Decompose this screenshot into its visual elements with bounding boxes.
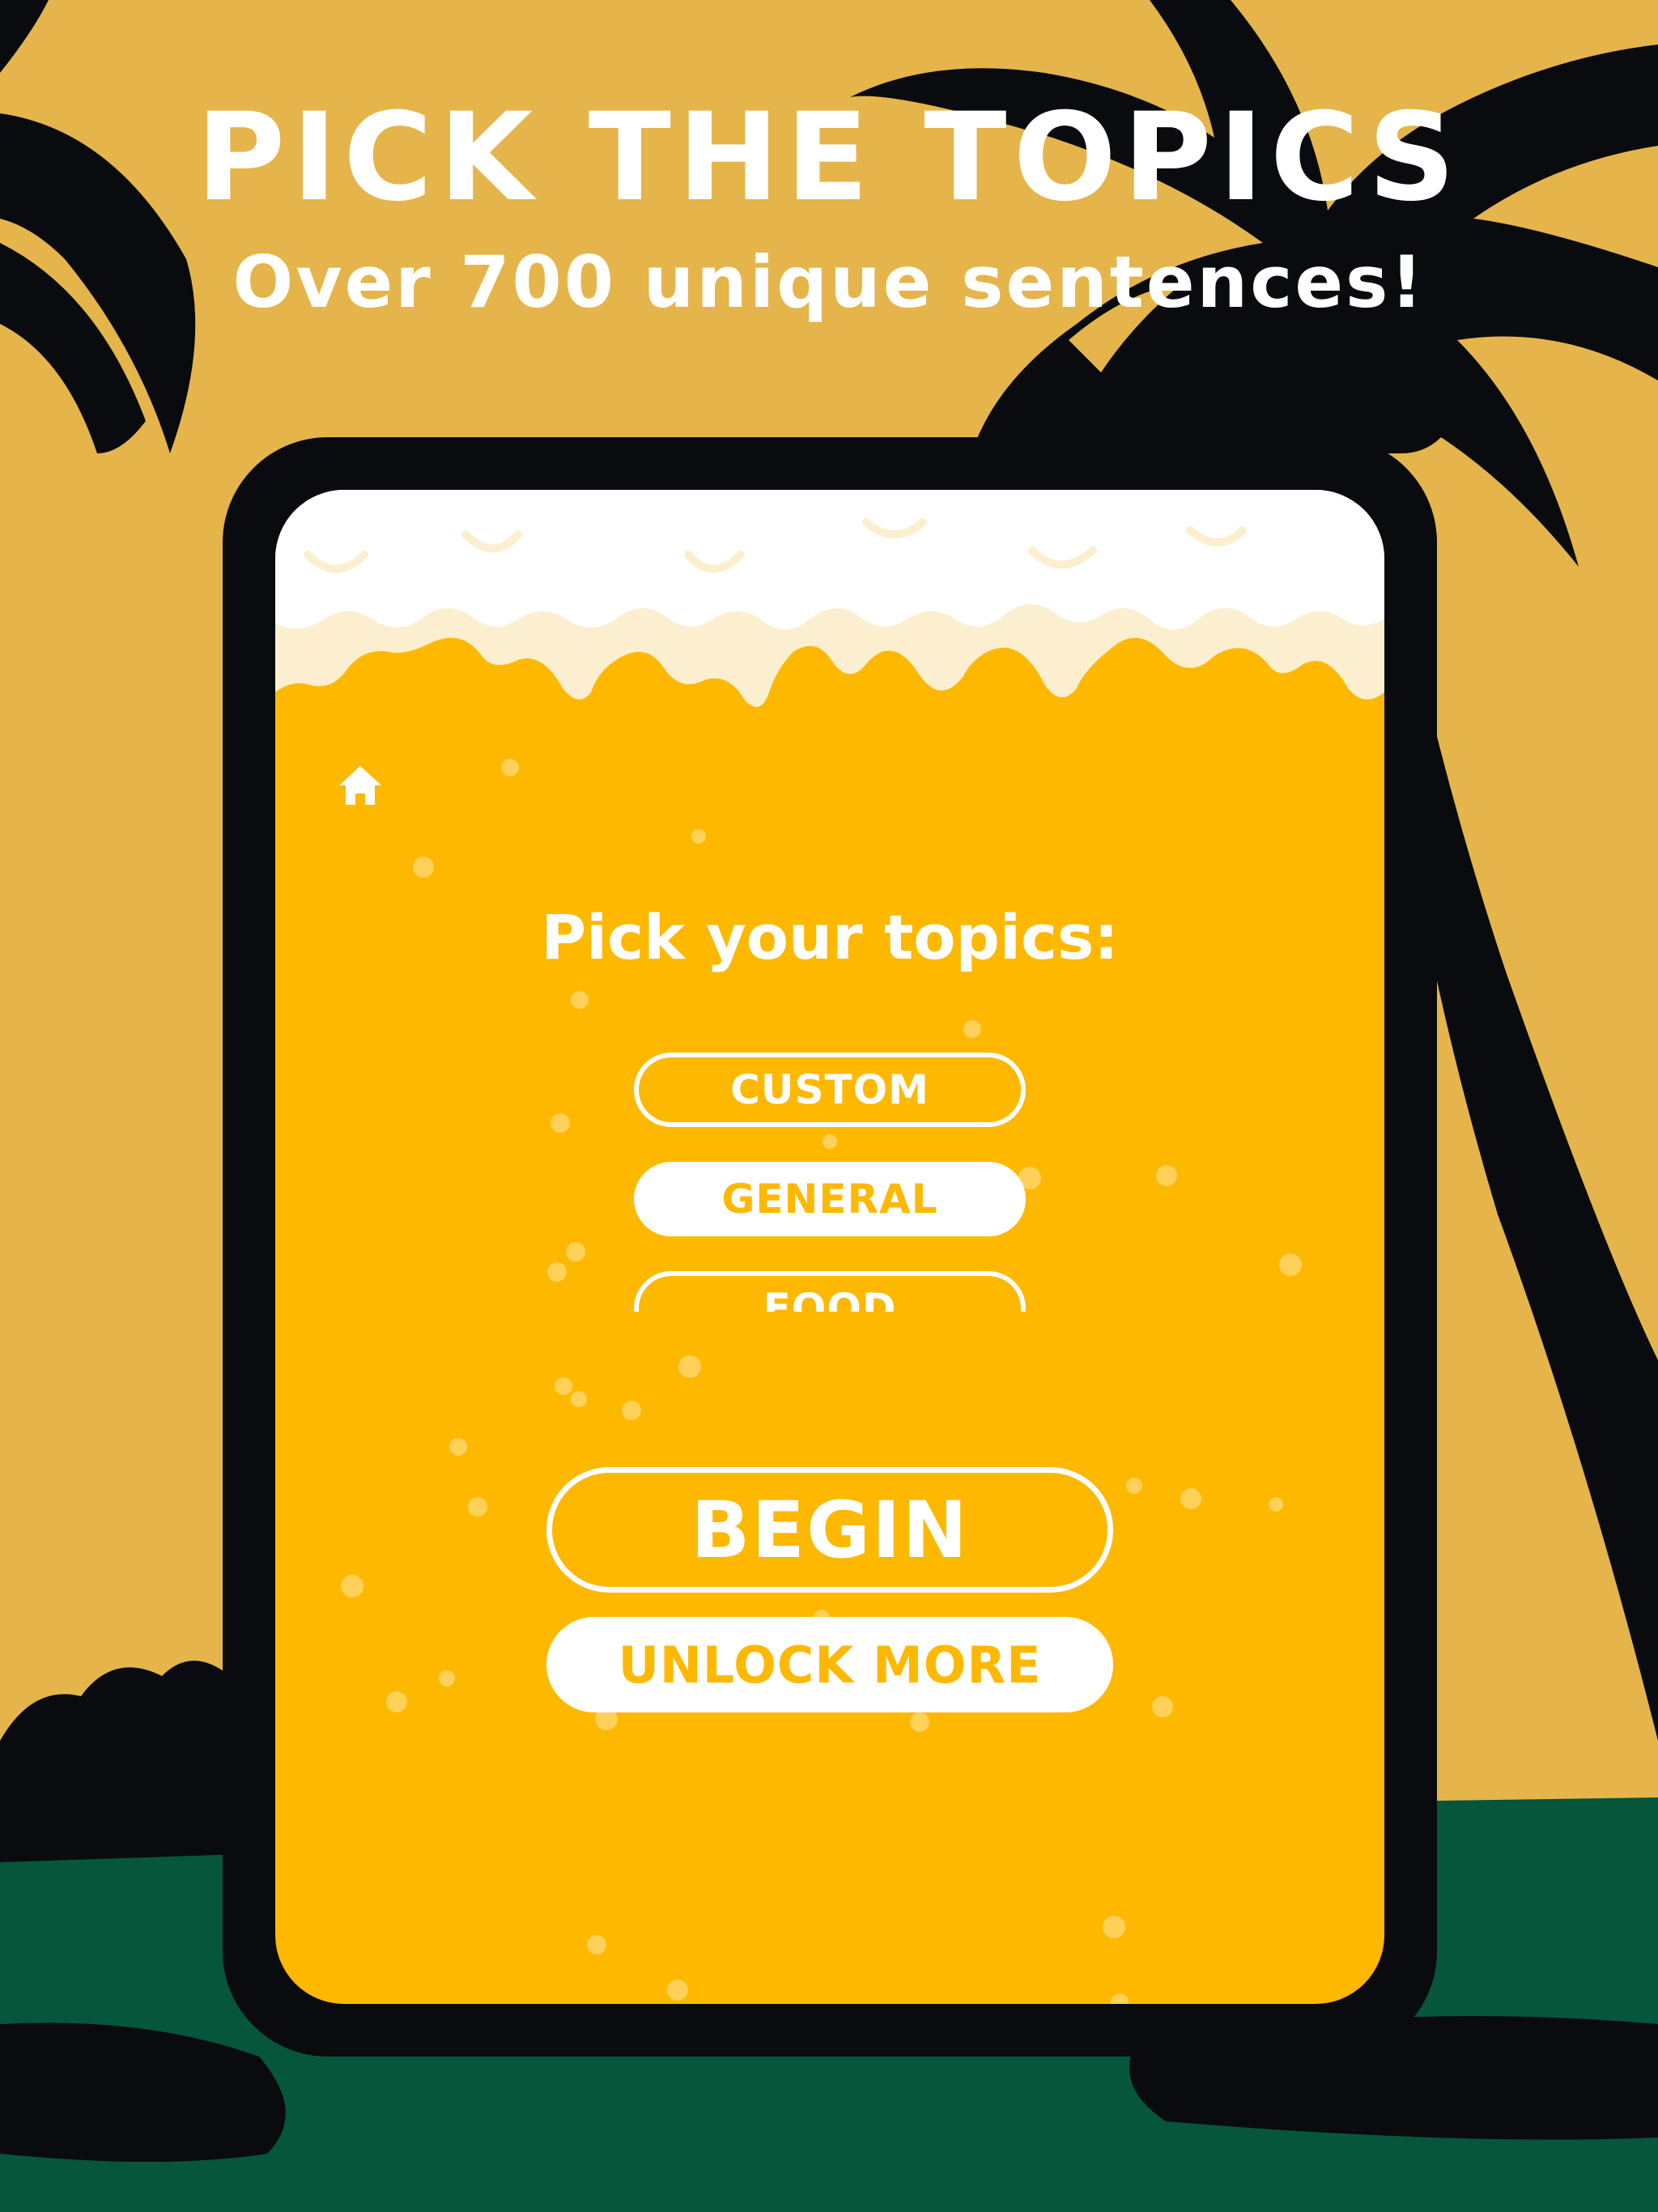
topic-custom-button[interactable]: CUSTOM	[634, 1053, 1026, 1127]
app-screen: Pick your topics: CUSTOM GENERAL FOOD BE…	[275, 490, 1384, 2004]
topic-food-button[interactable]: FOOD	[634, 1271, 1026, 1312]
topics-heading: Pick your topics:	[541, 901, 1119, 973]
home-icon	[339, 766, 381, 805]
topic-list[interactable]: CUSTOM GENERAL FOOD	[634, 1053, 1031, 1312]
unlock-more-button[interactable]: UNLOCK MORE	[546, 1617, 1113, 1712]
promo-headline: PICK THE TOPICS	[196, 87, 1462, 228]
home-button[interactable]	[332, 757, 389, 814]
begin-button[interactable]: BEGIN	[546, 1467, 1113, 1593]
promo-subheadline: Over 700 unique sentences!	[232, 240, 1426, 324]
topic-general-button[interactable]: GENERAL	[634, 1162, 1026, 1236]
